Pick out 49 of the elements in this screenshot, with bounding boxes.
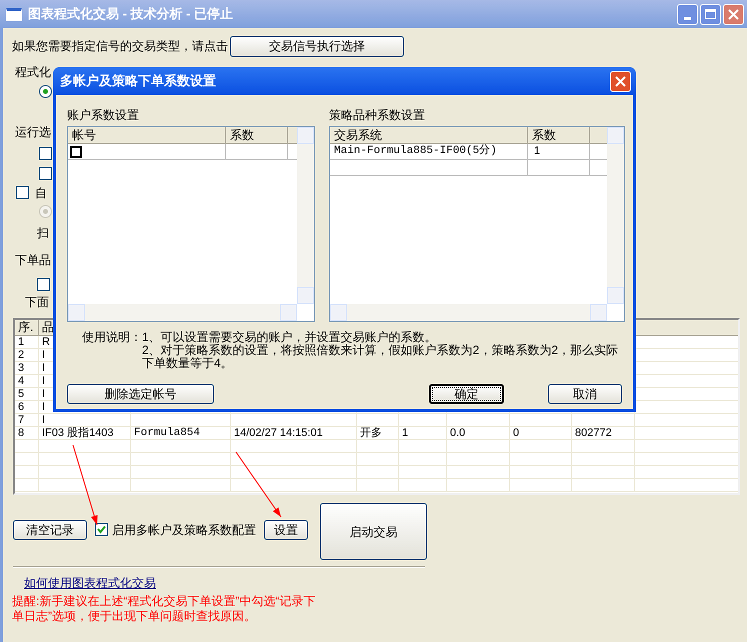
form-label: 下单品 — [15, 252, 51, 269]
checkbox-label: 启用多帐户及策略系数配置 — [112, 522, 256, 538]
table-cell: 0.0 — [447, 427, 510, 439]
list-view[interactable]: 帐号 系数 — [67, 126, 315, 322]
window-title: 图表程式化交易 - 技术分析 - 已停止 — [28, 5, 234, 24]
table-cell: IF03 股指1403 — [39, 427, 131, 439]
table-cell: 1 — [15, 336, 39, 348]
dialog-title: 多帐户及策略下单系数设置 — [60, 72, 217, 90]
column-header[interactable]: 系数 — [528, 127, 590, 144]
signal-select-button[interactable]: 交易信号执行选择 — [230, 36, 404, 56]
prompt-text: 如果您需要指定信号的交易类型，请点击 — [12, 38, 228, 55]
panel-title: 策略品种系数设置 — [329, 107, 426, 121]
form-label: 扫 — [37, 225, 49, 242]
table-cell: 2 — [15, 349, 39, 361]
form-label: 运行选 — [15, 124, 51, 141]
table-cell: 7 — [15, 414, 39, 426]
dialog-button[interactable]: 确定 — [429, 384, 504, 404]
column-header[interactable]: 帐号 — [68, 127, 226, 144]
clear-records-button[interactable]: 清空记录 — [13, 520, 87, 540]
table-cell: 3 — [15, 362, 39, 374]
table-cell: I — [39, 414, 131, 426]
help-link[interactable]: 如何使用图表程式化交易 — [24, 574, 156, 592]
table-cell: 14/02/27 14:15:01 — [231, 427, 357, 439]
form-label: 下面 — [25, 294, 49, 310]
column-header[interactable]: 系数 — [226, 127, 288, 144]
form-label: 自 — [35, 184, 47, 202]
table-cell: 开多 — [357, 427, 399, 439]
table-cell: Formula854 — [131, 427, 231, 439]
table-cell: 5 — [15, 388, 39, 400]
instruction-text: 1、可以设置需要交易的账户，并设置交易账户的系数。 — [142, 331, 438, 344]
dialog-button[interactable]: 删除选定帐号 — [67, 384, 214, 404]
list-view[interactable]: 交易系统 系数 Main-Formula885-IF00(5分) 1 — [329, 126, 625, 322]
table-cell: Main-Formula885-IF00(5分) — [330, 144, 528, 159]
start-trading-button[interactable]: 启动交易 — [320, 503, 427, 560]
table-cell: 0 — [510, 427, 572, 439]
table-cell: 6 — [15, 401, 39, 413]
column-header[interactable]: 序. — [15, 320, 39, 336]
table-cell: 1 — [528, 144, 590, 159]
settings-button[interactable]: 设置 — [264, 520, 308, 540]
dialog-button[interactable]: 取消 — [548, 384, 622, 404]
panel-title: 账户系数设置 — [67, 107, 140, 121]
table-cell: 1 — [399, 427, 447, 439]
tip-text: 提醒:新手建议在上述“程式化交易下单设置”中勾选“记录下单日志”选项，便于出现下单问题时查找原因。 — [12, 594, 316, 624]
table-cell: 8 — [15, 427, 39, 439]
form-label: 程式化 — [15, 64, 51, 81]
column-header[interactable]: 交易系统 — [330, 127, 528, 144]
table-cell: 802772 — [572, 427, 635, 439]
table-cell: 4 — [15, 375, 39, 387]
instruction-text: 2、对于策略系数的设置，将按照倍数来计算，假如账户系数为2，策略系数为2，那么实际下单数量等于4。 — [142, 344, 620, 370]
